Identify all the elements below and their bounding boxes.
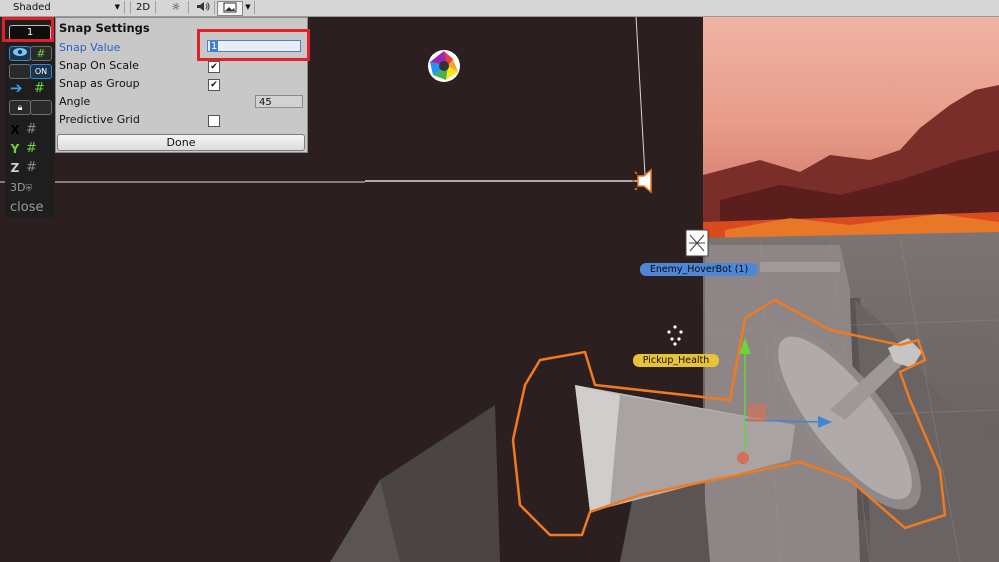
chevron-down-icon: ▼ [114,3,120,11]
dialog-title: Snap Settings [59,21,150,35]
shading-mode-dropdown[interactable]: Shaded ▼ [8,1,125,14]
axis-z-grid-icon[interactable]: # [26,160,37,175]
image-icon [223,2,237,13]
highlight-box [197,29,310,61]
snap-as-group-checkbox[interactable]: ✔ [208,79,220,91]
effects-dropdown-arrow[interactable]: ▼ [242,1,255,14]
axis-x-label[interactable]: X [8,123,22,137]
snap-on-label: ON [34,67,48,76]
pickup-health-label[interactable]: Pickup_Health [633,354,719,367]
snap-move-row[interactable]: ➔ # [9,79,51,97]
snap-value-label: Snap Value [59,41,121,54]
axis-x-grid-icon[interactable]: # [26,122,37,137]
snap-on-scale-label: Snap On Scale [59,59,139,72]
predictive-grid-label: Predictive Grid [59,113,140,126]
axis-y-label[interactable]: Y [8,142,22,156]
grid-icon[interactable]: # [34,81,45,96]
enemy-bot-icon[interactable] [685,229,709,257]
mode-3d-toggle[interactable]: 3D⛨ [10,181,32,194]
wall-block [640,16,703,260]
close-panel-button[interactable]: close [10,200,43,215]
mode-3d-label: 3D [10,181,26,194]
shading-mode-label: Shaded [13,2,51,13]
done-button[interactable]: Done [57,134,305,151]
predictive-grid-checkbox[interactable] [208,115,220,127]
angle-label: Angle [59,95,91,108]
angle-input[interactable]: 45 [255,95,303,108]
highlight-box [2,17,54,42]
lock-toggle[interactable] [30,100,52,115]
grid-icon[interactable]: # [30,46,52,61]
axis-z-label[interactable]: Z [8,161,22,175]
toggle-2d-label: 2D [135,2,151,13]
lock-icon[interactable]: 🔒︎ [9,100,31,115]
lock-row[interactable]: 🔒︎ [9,100,52,115]
snap-as-group-label: Snap as Group [59,77,140,90]
lighting-toggle-button[interactable]: ☼ [164,1,189,14]
camera-icon[interactable] [428,50,460,82]
eye-icon[interactable] [9,46,31,61]
speaker-icon [197,2,210,11]
toggle-off-indicator[interactable] [9,64,31,79]
snap-on-toggle[interactable]: ON [30,64,52,79]
toggle-2d-button[interactable]: 2D [130,1,156,14]
scene-toolbar: Shaded ▼ 2D ☼ ▼ [0,0,999,17]
axis-y-grid-icon[interactable]: # [26,141,37,156]
snap-enable-row[interactable]: ON [9,64,52,79]
audio-toggle-button[interactable] [192,1,215,14]
snap-on-scale-checkbox[interactable]: ✔ [208,61,220,73]
effects-toggle-button[interactable] [217,1,243,16]
shield-icon: ⛨ [25,184,33,194]
arrow-right-icon[interactable]: ➔ [10,79,23,97]
enemy-hoverbot-label[interactable]: Enemy_HoverBot (1) [640,263,758,276]
visibility-toggle-row[interactable]: # [9,46,52,61]
sun-icon: ☼ [171,2,181,13]
